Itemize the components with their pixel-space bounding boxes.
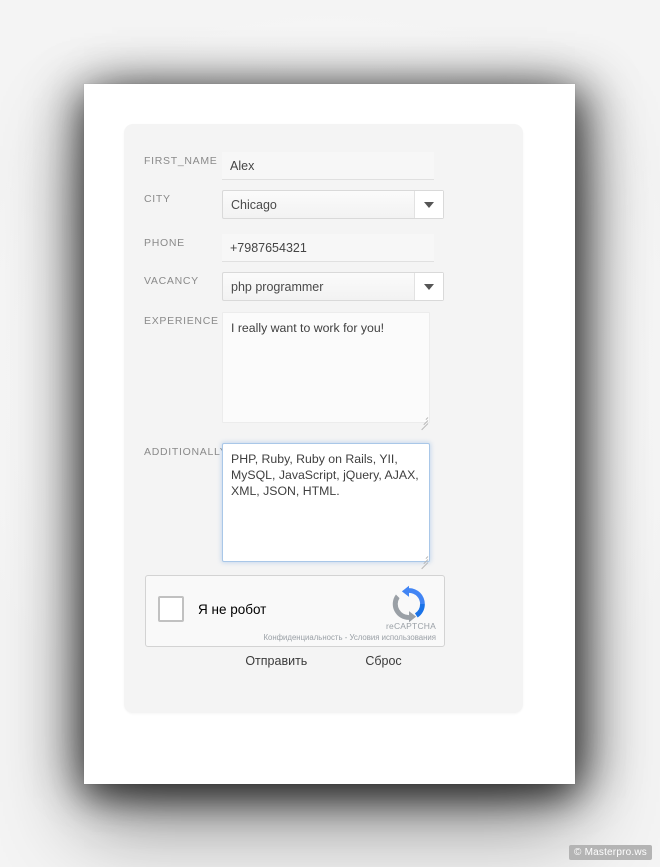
city-select-value: Chicago xyxy=(222,190,444,219)
phone-input[interactable] xyxy=(222,234,434,262)
experience-textarea-holder xyxy=(222,312,430,431)
application-form-panel: FIRST_NAME CITY Chicago PHONE VACANCY ph… xyxy=(124,124,523,713)
field-row-phone: PHONE xyxy=(124,234,523,262)
recaptcha-terms: Конфиденциальность - Условия использован… xyxy=(263,633,436,642)
recaptcha-brand-label: reCAPTCHA xyxy=(386,621,436,631)
field-row-additionally: ADDITIONALLY xyxy=(124,443,523,570)
form-actions: Отправить Сброс xyxy=(124,652,523,670)
reset-button[interactable]: Сброс xyxy=(361,652,405,670)
label-city: CITY xyxy=(144,193,171,205)
additionally-textarea-holder xyxy=(222,443,430,570)
vacancy-select[interactable]: php programmer xyxy=(222,272,444,301)
label-phone: PHONE xyxy=(144,237,185,249)
recaptcha-widget[interactable]: Я не робот reCAPTCHA Конфиденциальность … xyxy=(145,575,445,647)
chevron-down-icon xyxy=(424,283,434,290)
vacancy-select-arrow[interactable] xyxy=(414,273,443,300)
recaptcha-label: Я не робот xyxy=(198,602,267,617)
watermark: © Masterpro.ws xyxy=(569,845,652,860)
recaptcha-checkbox[interactable] xyxy=(158,596,184,622)
label-first-name: FIRST_NAME xyxy=(144,155,218,167)
city-select[interactable]: Chicago xyxy=(222,190,444,219)
label-vacancy: VACANCY xyxy=(144,275,199,287)
submit-button[interactable]: Отправить xyxy=(241,652,311,670)
label-additionally: ADDITIONALLY xyxy=(144,446,228,458)
field-row-first-name: FIRST_NAME xyxy=(124,152,523,180)
first-name-input[interactable] xyxy=(222,152,434,180)
field-row-experience: EXPERIENCE xyxy=(124,312,523,431)
field-row-city: CITY Chicago xyxy=(124,190,523,219)
label-experience: EXPERIENCE xyxy=(144,315,219,327)
additionally-textarea[interactable] xyxy=(222,443,430,562)
experience-textarea[interactable] xyxy=(222,312,430,423)
vacancy-select-value: php programmer xyxy=(222,272,444,301)
chevron-down-icon xyxy=(424,201,434,208)
city-select-arrow[interactable] xyxy=(414,191,443,218)
page-sheet: FIRST_NAME CITY Chicago PHONE VACANCY ph… xyxy=(84,84,575,784)
recaptcha-logo-icon xyxy=(392,585,425,623)
field-row-vacancy: VACANCY php programmer xyxy=(124,272,523,301)
